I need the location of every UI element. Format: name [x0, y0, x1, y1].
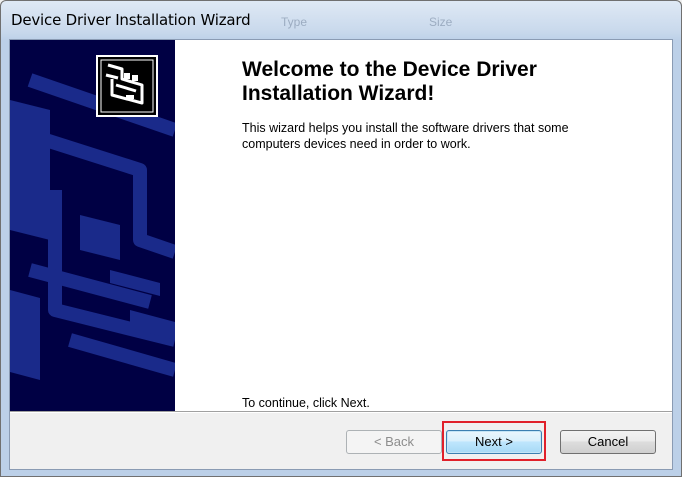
welcome-heading: Welcome to the Device Driver Installatio… — [242, 58, 537, 105]
title-bar[interactable]: Device Driver Installation Wizard Type S… — [1, 1, 681, 39]
wizard-description: This wizard helps you install the softwa… — [242, 121, 569, 151]
next-button[interactable]: Next > — [446, 430, 542, 454]
wizard-logo-icon — [96, 55, 158, 117]
button-separator — [10, 411, 672, 413]
cancel-button[interactable]: Cancel — [560, 430, 656, 454]
wizard-content-panel: Welcome to the Device Driver Installatio… — [175, 40, 672, 411]
wizard-client-area: Welcome to the Device Driver Installatio… — [9, 39, 673, 470]
background-column-size: Size — [429, 15, 453, 29]
back-button[interactable]: < Back — [346, 430, 442, 454]
continue-instruction: To continue, click Next. — [242, 396, 370, 410]
wizard-window: Device Driver Installation Wizard Type S… — [0, 0, 682, 477]
background-column-type: Type — [281, 15, 308, 29]
window-title: Device Driver Installation Wizard — [11, 11, 251, 29]
